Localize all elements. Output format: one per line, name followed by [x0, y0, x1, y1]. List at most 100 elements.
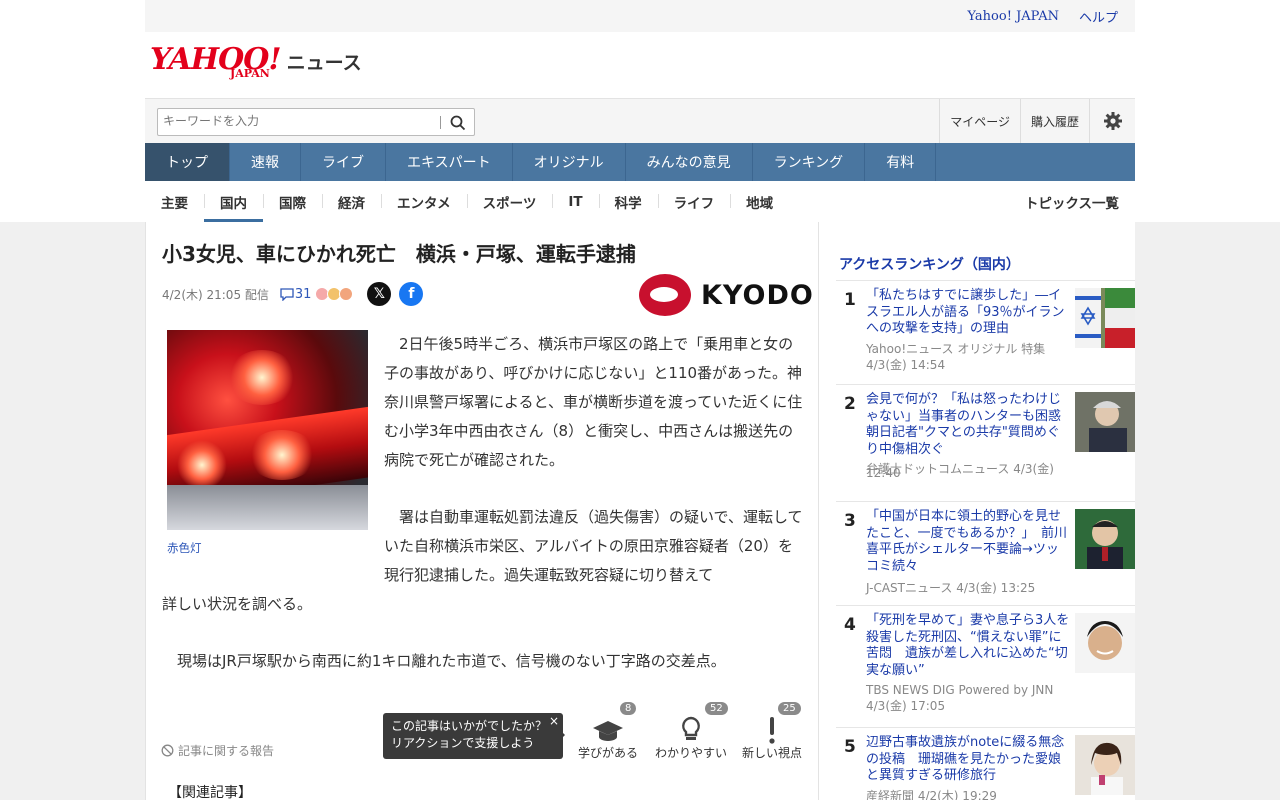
rank-source: J-CASTニュース 4/3(金) 13:25: [866, 581, 1036, 595]
search-separator: [440, 116, 441, 129]
paragraph-2: 署は自動車運転処罰法違反（過失傷害）の疑いで、運転していた自称横浜市栄区、アルバ…: [384, 508, 803, 584]
category-science[interactable]: 科学: [598, 181, 658, 222]
car-roof-shape: [167, 485, 368, 530]
rank-number: 3: [844, 511, 856, 531]
ranking-item[interactable]: 2 会見で何が？「私は怒ったわけじゃない」当事者のハンターも困惑 朝日記者"クマ…: [836, 384, 1135, 488]
mypage-link[interactable]: マイページ: [939, 99, 1020, 143]
category-nav: 主要 国内 国際 経済 エンタメ スポーツ IT 科学 ライフ 地域 トピックス…: [145, 181, 1135, 222]
portrait-photo-icon: [1075, 613, 1135, 673]
article-photo[interactable]: [167, 330, 368, 530]
reaction-label: 新しい視点: [741, 746, 802, 760]
category-life[interactable]: ライフ: [657, 181, 731, 222]
share-buttons: 𝕏 f: [367, 282, 424, 306]
main-nav-breaking[interactable]: 速報: [230, 143, 301, 181]
rank-time: 4/3(金) 17:05: [866, 699, 946, 713]
reaction-prompt-popup: この記事はいかがでしたか？ リアクションで支援しよう ×: [383, 713, 565, 759]
reaction-clear-button[interactable]: 52 わかりやすい: [651, 702, 731, 761]
rank-number: 2: [844, 394, 856, 414]
light-glow: [177, 440, 227, 490]
kyodo-logo[interactable]: KYODO: [639, 274, 814, 316]
logo-news-text: ニュース: [286, 52, 362, 74]
reaction-count: 52: [705, 702, 728, 715]
main-nav-opinions[interactable]: みんなの意見: [626, 143, 753, 181]
rank-title[interactable]: 「死刑を早めて」妻や息子ら3人を殺害した死刑囚、“慣えない罪”に苦悶 遺族が差し…: [866, 613, 1071, 679]
category-main[interactable]: 主要: [145, 181, 204, 222]
photo-caption[interactable]: 赤色灯: [167, 540, 202, 556]
report-link[interactable]: 記事に関する報告: [161, 742, 274, 759]
ranking-item[interactable]: 5 辺野古事故遺族がnoteに綴る無念の投稿 珊瑚礁を見たかった愛娘と異質すぎる…: [836, 727, 1135, 800]
exclamation-icon: [769, 717, 775, 744]
prohibit-icon: [161, 744, 174, 757]
comment-link[interactable]: 31: [279, 287, 311, 302]
main-nav-live[interactable]: ライブ: [301, 143, 386, 181]
publish-date: 4/2(木) 21:05 配信: [162, 287, 269, 302]
ranking-item[interactable]: 4 「死刑を早めて」妻や息子ら3人を殺害した死刑囚、“慣えない罪”に苦悶 遺族が…: [836, 605, 1135, 713]
kyodo-logo-text: KYODO: [701, 279, 814, 311]
yahoo-news-logo[interactable]: YAHOO! JAPAN ニュース: [150, 44, 362, 84]
rank-thumbnail[interactable]: [1075, 509, 1135, 569]
ranking-item[interactable]: 3 「中国が日本に領土的野心を見せたこと、一度でもあるか？」 前川喜平氏がシェル…: [836, 501, 1135, 605]
settings-button[interactable]: [1089, 99, 1135, 143]
purchase-history-link[interactable]: 購入履歴: [1019, 99, 1089, 143]
close-icon[interactable]: ×: [549, 713, 559, 730]
main-nav-expert[interactable]: エキスパート: [386, 143, 513, 181]
paragraph-3: 現場はJR戸塚駅から南西に約1キロ離れた市道で、信号機のない丁字路の交差点。: [177, 652, 726, 670]
rank-source: Yahoo!ニュース オリジナル 特集: [866, 342, 1046, 356]
main-nav-top[interactable]: トップ: [145, 143, 230, 181]
paragraph-1: 2日午後5時半ごろ、横浜市戸塚区の路上で「乗用車と女の子の事故があり、呼びかけに…: [384, 335, 803, 469]
reaction-label: わかりやすい: [654, 746, 727, 760]
ranking-heading[interactable]: アクセスランキング（国内）: [839, 254, 1020, 274]
report-label: 記事に関する報告: [178, 744, 275, 758]
rank-title[interactable]: 「私たちはすでに譲歩した」―イスラエル人が語る「93％がイランへの攻撃を支持」の…: [866, 288, 1071, 338]
main-nav-original[interactable]: オリジナル: [513, 143, 626, 181]
emoji-icon: [339, 287, 354, 301]
ranking-item[interactable]: 1 「私たちはすでに譲歩した」―イスラエル人が語る「93％がイランへの攻撃を支持…: [836, 280, 1135, 384]
reaction-emoji-icons: [315, 287, 354, 301]
paragraph-2-end: 詳しい状況を調べる。: [162, 595, 313, 613]
yahoo-japan-link[interactable]: Yahoo! JAPAN: [967, 9, 1059, 24]
help-link[interactable]: ヘルプ: [1079, 7, 1118, 26]
lightbulb-icon: [682, 716, 700, 740]
hunter-photo-icon: [1075, 392, 1135, 452]
category-sports[interactable]: スポーツ: [466, 181, 553, 222]
article-title: 小3女児、車にひかれ死亡 横浜・戸塚、運転手逮捕: [162, 242, 636, 266]
rank-thumbnail[interactable]: [1075, 735, 1135, 795]
popup-line-1: この記事はいかがでしたか？: [391, 719, 548, 733]
category-local[interactable]: 地域: [730, 181, 789, 222]
category-domestic[interactable]: 国内: [204, 181, 263, 222]
rank-thumbnail[interactable]: [1075, 392, 1135, 452]
popup-line-2: リアクションで支援しよう: [391, 736, 535, 750]
facebook-share-icon[interactable]: f: [399, 282, 424, 306]
rank-thumbnail[interactable]: [1075, 613, 1135, 673]
main-nav: トップ 速報 ライブ エキスパート オリジナル みんなの意見 ランキング 有料: [145, 143, 1135, 181]
reaction-learn-button[interactable]: 8 学びがある: [576, 702, 640, 761]
reaction-count: 8: [620, 702, 637, 715]
reaction-label: 学びがある: [577, 746, 638, 760]
girl-photo-icon: [1075, 735, 1135, 795]
topics-list-link[interactable]: トピックス一覧: [1025, 192, 1135, 212]
rank-time: 12:40: [866, 466, 901, 480]
rank-number: 5: [844, 737, 856, 757]
x-share-icon[interactable]: 𝕏: [367, 282, 392, 306]
rank-thumbnail[interactable]: [1075, 288, 1135, 348]
rank-title[interactable]: 「中国が日本に領土的野心を見せたこと、一度でもあるか？」 前川喜平氏がシェルター…: [866, 509, 1071, 575]
search-icon[interactable]: [449, 114, 467, 132]
rank-source: 産経新聞 4/2(木) 19:29: [866, 789, 997, 800]
rank-title[interactable]: 会見で何が？「私は怒ったわけじゃない」当事者のハンターも困惑 朝日記者"クマとの…: [866, 392, 1071, 458]
main-nav-paid[interactable]: 有料: [865, 143, 937, 181]
category-entertainment[interactable]: エンタメ: [381, 181, 467, 222]
article: 小3女児、車にひかれ死亡 横浜・戸塚、運転手逮捕 4/2(木) 21:05 配信…: [145, 222, 819, 800]
rank-title[interactable]: 辺野古事故遺族がnoteに綴る無念の投稿 珊瑚礁を見たかった愛娘と異質すぎる研修…: [866, 735, 1071, 785]
category-international[interactable]: 国際: [263, 181, 322, 222]
utility-bar: Yahoo! JAPAN ヘルプ: [145, 0, 1135, 32]
rank-number: 4: [844, 615, 856, 635]
comment-icon: [280, 288, 294, 301]
search-input[interactable]: [163, 114, 433, 128]
search-box: [157, 108, 475, 136]
category-it[interactable]: IT: [552, 181, 598, 222]
kyodo-mark-icon: [639, 274, 691, 316]
reaction-new-perspective-button[interactable]: 25 新しい視点: [738, 702, 806, 761]
main-nav-ranking[interactable]: ランキング: [753, 143, 866, 181]
search-bar: マイページ 購入履歴: [145, 98, 1135, 143]
category-economy[interactable]: 経済: [322, 181, 381, 222]
